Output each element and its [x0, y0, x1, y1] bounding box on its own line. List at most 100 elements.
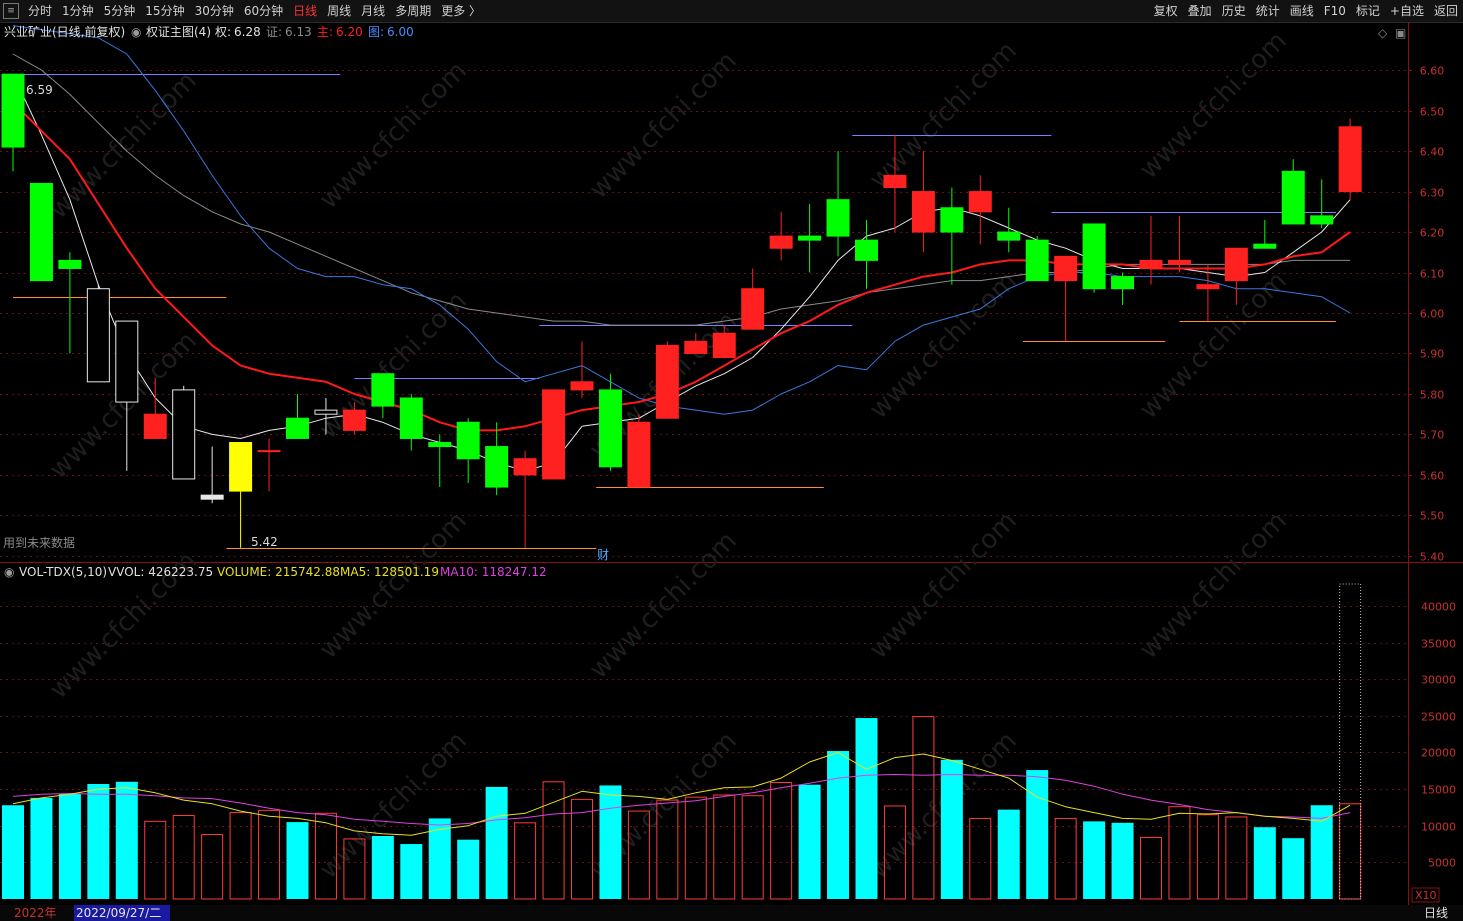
toolbar-button-2[interactable]: 历史	[1217, 0, 1251, 22]
candle-body	[911, 191, 935, 233]
candle[interactable]	[798, 203, 822, 273]
candle[interactable]	[1054, 255, 1078, 342]
candle[interactable]	[627, 414, 651, 488]
toolbar-button-7[interactable]: +自选	[1385, 0, 1429, 22]
grid	[0, 22, 1463, 905]
candle[interactable]	[1281, 159, 1305, 225]
candle-body	[1139, 259, 1163, 269]
finance-marker[interactable]: 财	[597, 548, 609, 562]
period-tab-4[interactable]: 30分钟	[190, 0, 239, 22]
indicator-toggle-icon[interactable]: ◉	[131, 25, 141, 39]
period-tab-5[interactable]: 60分钟	[239, 0, 288, 22]
candle[interactable]	[1167, 215, 1191, 273]
volume-axis: 5000 10000 15000 20000 25000 30000 35000 40000	[1421, 601, 1456, 870]
volume-bar	[58, 793, 81, 899]
period-tab-1[interactable]: 1分钟	[57, 0, 99, 22]
candle[interactable]	[968, 175, 992, 245]
candle[interactable]	[1, 73, 25, 172]
period-tab-2[interactable]: 5分钟	[99, 0, 141, 22]
volume-bar	[1168, 806, 1191, 900]
diamond-icon[interactable]: ◇	[1378, 26, 1388, 40]
period-tab-7[interactable]: 周线	[322, 0, 356, 22]
toolbar-button-1[interactable]: 叠加	[1183, 0, 1217, 22]
price-tick-label: 6.60	[1420, 65, 1445, 78]
volume-bar	[1083, 821, 1106, 899]
period-tab-10[interactable]: 更多 〉	[436, 0, 486, 22]
candle[interactable]	[58, 252, 82, 354]
candle[interactable]	[1338, 118, 1362, 200]
candle[interactable]	[1082, 223, 1106, 293]
candle[interactable]	[911, 151, 935, 253]
indicator-name[interactable]: 权证主图(4)	[146, 25, 211, 39]
candle[interactable]	[86, 284, 110, 383]
vol-indicator-name[interactable]: VOL-TDX(5,10)	[19, 565, 107, 579]
cursor-date: 2022/09/27/二	[76, 906, 161, 920]
candle[interactable]	[1310, 179, 1334, 228]
candle[interactable]	[1196, 264, 1220, 322]
candle[interactable]	[115, 320, 139, 471]
param-value-3: 6.00	[387, 25, 414, 39]
stock-chart[interactable]: www.cfchi.com www.cfchi.com www.cfchi.com w…	[0, 22, 1463, 921]
candle[interactable]	[1253, 219, 1277, 249]
candle[interactable]	[399, 393, 423, 451]
watermark-text: www.cfchi.com	[44, 66, 203, 225]
param-value-1: 6.13	[285, 25, 312, 39]
candle[interactable]	[513, 450, 537, 548]
candle-body	[29, 182, 53, 282]
candle[interactable]	[172, 385, 196, 480]
candle[interactable]	[229, 442, 253, 548]
period-tab-0[interactable]: 分时	[23, 0, 57, 22]
price-tick-label: 6.20	[1420, 227, 1445, 240]
toolbar-button-4[interactable]: 画线	[1285, 0, 1319, 22]
candle[interactable]	[29, 182, 53, 282]
candle[interactable]	[598, 373, 622, 471]
toolbar-button-3[interactable]: 统计	[1251, 0, 1285, 22]
candle[interactable]	[997, 207, 1021, 253]
candle[interactable]	[769, 211, 793, 261]
max-price-label: 6.59	[26, 83, 53, 97]
candle[interactable]	[826, 151, 850, 257]
toolbar-button-0[interactable]: 复权	[1149, 0, 1183, 22]
period-tab-9[interactable]: 多周期	[390, 0, 436, 22]
period-tab-3[interactable]: 15分钟	[140, 0, 189, 22]
candle-body	[542, 389, 566, 480]
candle[interactable]	[200, 446, 224, 504]
candle[interactable]	[485, 422, 509, 496]
candle[interactable]	[1111, 272, 1135, 305]
candle[interactable]	[741, 268, 765, 330]
candle[interactable]	[371, 373, 395, 419]
candle-body	[58, 259, 82, 269]
period-tab-6[interactable]: 日线	[288, 0, 322, 22]
candle-body	[1338, 126, 1362, 193]
volume-tick-label: 40000	[1421, 601, 1456, 614]
period-label[interactable]: 日线	[1424, 906, 1448, 920]
volume-tick-label: 20000	[1421, 747, 1456, 760]
volume-tick-label: 25000	[1421, 711, 1456, 724]
panel-window-icon[interactable]: ▣	[1395, 26, 1406, 40]
candle-body	[627, 421, 651, 488]
candle[interactable]	[456, 418, 480, 483]
candle[interactable]	[257, 438, 281, 492]
toolbar-button-8[interactable]: 返回	[1429, 0, 1463, 22]
candle[interactable]	[1139, 215, 1163, 285]
candle-body	[115, 320, 139, 403]
candle[interactable]	[542, 389, 566, 480]
candle-body	[1253, 243, 1277, 249]
candle-body	[200, 494, 224, 500]
volume-bar	[144, 820, 167, 900]
candle[interactable]	[855, 219, 878, 289]
price-tick-label: 5.70	[1420, 429, 1445, 442]
candle[interactable]	[1025, 236, 1049, 282]
price-tick-label: 5.40	[1420, 551, 1445, 564]
period-tab-8[interactable]: 月线	[356, 0, 390, 22]
candle[interactable]	[655, 341, 679, 419]
candle[interactable]	[286, 393, 309, 439]
toolbar-button-5[interactable]: F10	[1319, 0, 1351, 22]
volume-toggle-icon[interactable]: ◉	[4, 565, 14, 579]
volume-bar	[400, 844, 423, 899]
menu-icon[interactable]: ≡	[3, 3, 19, 19]
price-axis: 5.40 5.50 5.60 5.70 5.80 5.90 6.00 6.10 6.20 6.30…	[1408, 65, 1444, 564]
candle-body	[399, 397, 423, 439]
toolbar-button-6[interactable]: 标记	[1351, 0, 1385, 22]
candle[interactable]	[428, 434, 452, 488]
